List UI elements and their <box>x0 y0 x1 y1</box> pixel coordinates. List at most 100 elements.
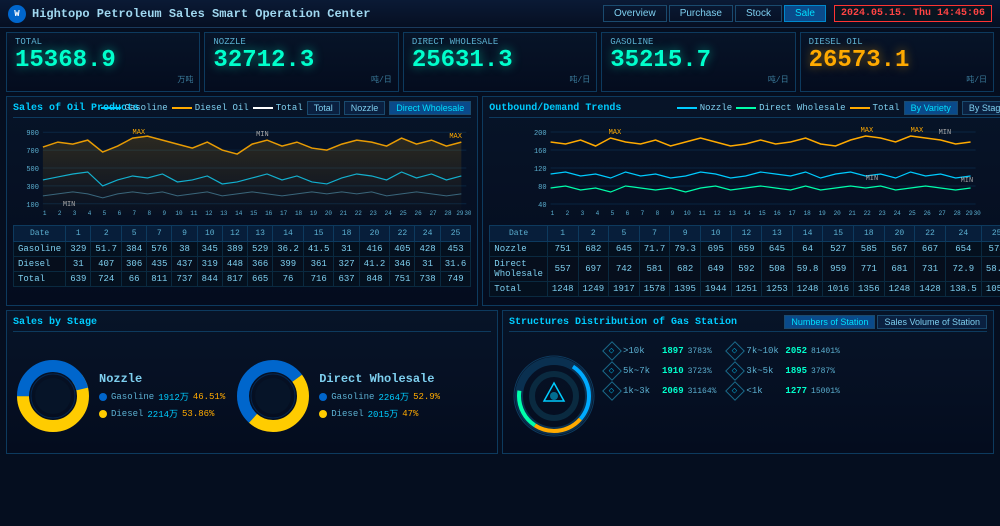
metric-diesel-label: Diesel Oil <box>809 37 985 47</box>
legend-total-color <box>253 107 273 109</box>
station-name-5k7k: 5k~7k <box>623 366 658 376</box>
ctrl-direct[interactable]: Direct Wholesale <box>389 101 471 115</box>
table-row: Direct Wholesale 55769774258168264959250… <box>490 257 1000 282</box>
svg-text:MAX: MAX <box>609 129 622 137</box>
svg-text:16: 16 <box>265 210 273 217</box>
svg-text:16: 16 <box>774 210 782 217</box>
nozzle-gasoline-pct: 46.51% <box>193 392 225 402</box>
station-icon-1k3k: ◇ <box>602 381 622 401</box>
nozzle-diesel-pct: 53.86% <box>182 409 214 419</box>
svg-text:80: 80 <box>538 184 546 192</box>
svg-text:MIN: MIN <box>939 129 952 137</box>
svg-text:MAX: MAX <box>133 129 146 137</box>
outbound-chart-controls: Nozzle Direct Wholesale Total By Variety… <box>677 101 1000 115</box>
svg-text:14: 14 <box>744 210 752 217</box>
ctrl-total[interactable]: Total <box>307 101 340 115</box>
legend-gasoline-label: Gasoline <box>124 103 167 113</box>
svg-text:12: 12 <box>205 210 213 217</box>
metric-direct: Direct Wholesale 25631.3 吨/日 <box>403 32 597 92</box>
nav-purchase[interactable]: Purchase <box>669 5 733 22</box>
svg-text:22: 22 <box>355 210 363 217</box>
ctrl-numbers-station[interactable]: Numbers of Station <box>784 315 875 329</box>
nav-stock[interactable]: Stock <box>735 5 782 22</box>
station-name-1k3k: 1k~3k <box>623 386 658 396</box>
metrics-row: Total 15368.9 万吨 Nozzle 32712.3 吨/日 Dire… <box>0 28 1000 96</box>
svg-text:6: 6 <box>626 210 630 217</box>
col-date: Date <box>14 226 66 242</box>
svg-text:3: 3 <box>73 210 77 217</box>
station-count-3k5k: 1895 <box>785 366 807 376</box>
metric-total: Total 15368.9 万吨 <box>6 32 200 92</box>
svg-text:10: 10 <box>684 210 692 217</box>
station-row-7k10k: ◇ 7k~10k 2052 81401% <box>728 344 839 358</box>
legend-gasoline-color <box>101 107 121 109</box>
svg-text:160: 160 <box>534 148 547 156</box>
metric-nozzle: Nozzle 32712.3 吨/日 <box>204 32 398 92</box>
svg-text:17: 17 <box>789 210 797 217</box>
legend-diesel: Diesel Oil <box>172 103 249 113</box>
metric-gasoline: Gasoline 35215.7 吨/日 <box>601 32 795 92</box>
svg-text:18: 18 <box>295 210 303 217</box>
metric-direct-value: 25631.3 <box>412 47 588 76</box>
header: W Hightopo Petroleum Sales Smart Operati… <box>0 0 1000 28</box>
station-pct-1k: 15001% <box>811 387 840 396</box>
svg-text:MAX: MAX <box>449 133 462 141</box>
svg-text:17: 17 <box>280 210 288 217</box>
station-controls: Numbers of Station Sales Volume of Stati… <box>784 315 987 329</box>
svg-text:30: 30 <box>974 210 982 217</box>
direct-gasoline-color <box>319 393 327 401</box>
svg-text:500: 500 <box>26 166 39 174</box>
svg-text:MIN: MIN <box>866 175 879 183</box>
svg-text:4: 4 <box>88 210 92 217</box>
nav-sale[interactable]: Sale <box>784 5 826 22</box>
legend-total: Total <box>253 103 303 113</box>
outbound-chart-panel: Outbound/Demand Trends Nozzle Direct Who… <box>482 96 1000 306</box>
station-icon-5k7k: ◇ <box>602 361 622 381</box>
svg-text:4: 4 <box>596 210 600 217</box>
legend-total-label: Total <box>276 103 303 113</box>
nav-overview[interactable]: Overview <box>603 5 667 22</box>
station-data-grid: ◇ >10k 1897 3783% ◇ 7k~10k 2052 81401% ◇… <box>605 336 840 398</box>
direct-diesel-item: Diesel 2015万 47% <box>319 407 440 420</box>
table-row: Gasoline 32951.73845763834538952936.241.… <box>14 242 471 257</box>
svg-text:20: 20 <box>834 210 842 217</box>
table-row: Total 1248124919171578139519441251125312… <box>490 282 1000 297</box>
ctrl-nozzle[interactable]: Nozzle <box>344 101 386 115</box>
svg-text:25: 25 <box>400 210 408 217</box>
station-icon-10k: ◇ <box>602 341 622 361</box>
metric-total-value: 15368.9 <box>15 47 191 76</box>
svg-text:13: 13 <box>729 210 737 217</box>
station-row-10k: ◇ >10k 1897 3783% <box>605 344 716 358</box>
bottom-row: Sales by Stage Nozzle Gasoline 1912万 <box>0 306 1000 454</box>
legend-nozzle: Nozzle <box>677 103 732 113</box>
legend-total-out: Total <box>850 103 900 113</box>
svg-text:23: 23 <box>879 210 887 217</box>
nozzle-label: Nozzle <box>99 372 225 386</box>
legend-nozzle-label: Nozzle <box>700 103 732 113</box>
svg-text:100: 100 <box>26 202 39 210</box>
ctrl-by-stage[interactable]: By Stage <box>962 101 1000 115</box>
metric-total-unit: 万吨 <box>177 74 193 85</box>
station-icon-1k: ◇ <box>726 381 746 401</box>
nozzle-gasoline-color <box>99 393 107 401</box>
metric-gasoline-value: 35215.7 <box>610 47 786 76</box>
header-logo: W Hightopo Petroleum Sales Smart Operati… <box>8 5 603 23</box>
nozzle-donut-chart <box>13 356 93 436</box>
svg-text:9: 9 <box>162 210 166 217</box>
direct-gasoline-name: Gasoline <box>331 392 374 402</box>
direct-diesel-name: Diesel <box>331 409 363 419</box>
svg-text:15: 15 <box>250 210 258 217</box>
station-count-5k7k: 1910 <box>662 366 684 376</box>
ctrl-by-variety[interactable]: By Variety <box>904 101 958 115</box>
station-row-5k7k: ◇ 5k~7k 1910 3723% <box>605 364 716 378</box>
svg-text:1: 1 <box>551 210 555 217</box>
station-donut <box>509 336 599 450</box>
direct-diesel-val: 2015万 <box>368 407 399 420</box>
station-icon-3k5k: ◇ <box>726 361 746 381</box>
direct-gasoline-pct: 52.9% <box>413 392 440 402</box>
logo-icon: W <box>8 5 26 23</box>
legend-nozzle-color <box>677 107 697 109</box>
sales-svg-chart: 900 700 500 300 100 MAX MIN MIN MAX <box>13 122 471 217</box>
ctrl-sales-station[interactable]: Sales Volume of Station <box>877 315 987 329</box>
svg-text:MIN: MIN <box>256 131 269 139</box>
